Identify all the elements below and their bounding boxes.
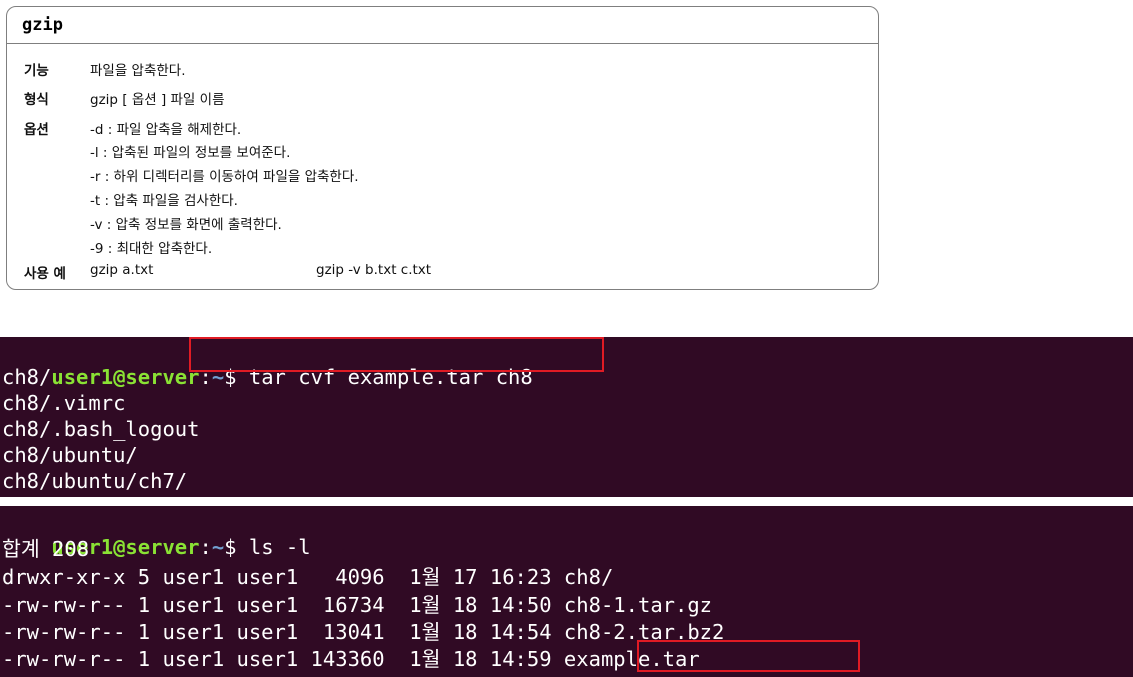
prompt-end: $ [224, 535, 249, 559]
gzip-reference-card: gzip 기능 파일을 압축한다. 형식 gzip [ 옵션 ] 파일 이름 옵… [6, 6, 879, 290]
prompt-path: ~ [211, 535, 225, 559]
option-9: -9 : 최대한 압축한다. [90, 241, 213, 257]
function-text: 파일을 압축한다. [90, 63, 186, 79]
example-1: gzip a.txt [90, 262, 154, 278]
options-label: 옵션 [24, 122, 49, 138]
option-t: -t : 압축 파일을 검사한다. [90, 193, 238, 209]
example-2: gzip -v b.txt c.txt [316, 262, 432, 278]
row-meta: -rw-rw-r-- 1 user1 user1 13041 1월 18 14:… [2, 620, 564, 644]
row-filename: ch8/ [563, 565, 614, 589]
row-filename: ch8-1.tar.gz [563, 593, 713, 617]
row-meta: -rw-rw-r-- 1 user1 user1 16734 1월 18 14:… [2, 593, 564, 617]
option-l: -l : 압축된 파일의 정보를 보여준다. [90, 145, 291, 161]
command-highlight-box [189, 337, 604, 372]
prompt-user: user1@server [51, 365, 200, 389]
total-line: 합계 208 [2, 537, 90, 561]
form-text: gzip [ 옵션 ] 파일 이름 [90, 92, 225, 108]
form-label: 형식 [24, 92, 49, 108]
option-d: -d : 파일 압축을 해제한다. [90, 122, 242, 138]
listing-row: -rw-rw-r-- 1 user1 user1 143360 1월 18 14… [2, 646, 700, 672]
terminal-ls[interactable]: user1@server:~$ ls -l 합계 208 drwxr-xr-x … [0, 506, 1133, 677]
listing-row: drwxr-xr-x 5 user1 user1 4096 1월 17 16:2… [2, 564, 613, 590]
function-label: 기능 [24, 63, 49, 79]
listing-row: -rw-rw-r-- 1 user1 user1 13041 1월 18 14:… [2, 619, 724, 645]
option-v: -v : 압축 정보를 화면에 출력한다. [90, 217, 282, 233]
output-line: ch8/.bash_logout [2, 417, 200, 441]
card-title: gzip [7, 7, 878, 44]
prompt-sep: : [199, 535, 212, 559]
prompt-line: user1@server:~$ ls -l [2, 508, 310, 559]
output-line: ch8/ubuntu/ch7/ [2, 469, 188, 493]
row-meta: -rw-rw-r-- 1 user1 user1 143360 1월 18 14… [2, 647, 564, 671]
output-line: ch8/.vimrc [2, 391, 126, 415]
filename-highlight-box [637, 640, 860, 672]
output-line: ch8/ [2, 365, 52, 389]
output-line: ch8/ubuntu/ [2, 443, 138, 467]
row-meta: drwxr-xr-x 5 user1 user1 4096 1월 17 16:2… [2, 565, 564, 589]
option-r: -r : 하위 디렉터리를 이동하여 파일을 압축한다. [90, 169, 359, 185]
command-text: ls -l [248, 535, 311, 559]
terminal-tar[interactable]: user1@server:~$ tar cvf example.tar ch8 … [0, 337, 1133, 497]
example-label: 사용 예 [24, 266, 66, 282]
listing-row: -rw-rw-r-- 1 user1 user1 16734 1월 18 14:… [2, 592, 712, 618]
